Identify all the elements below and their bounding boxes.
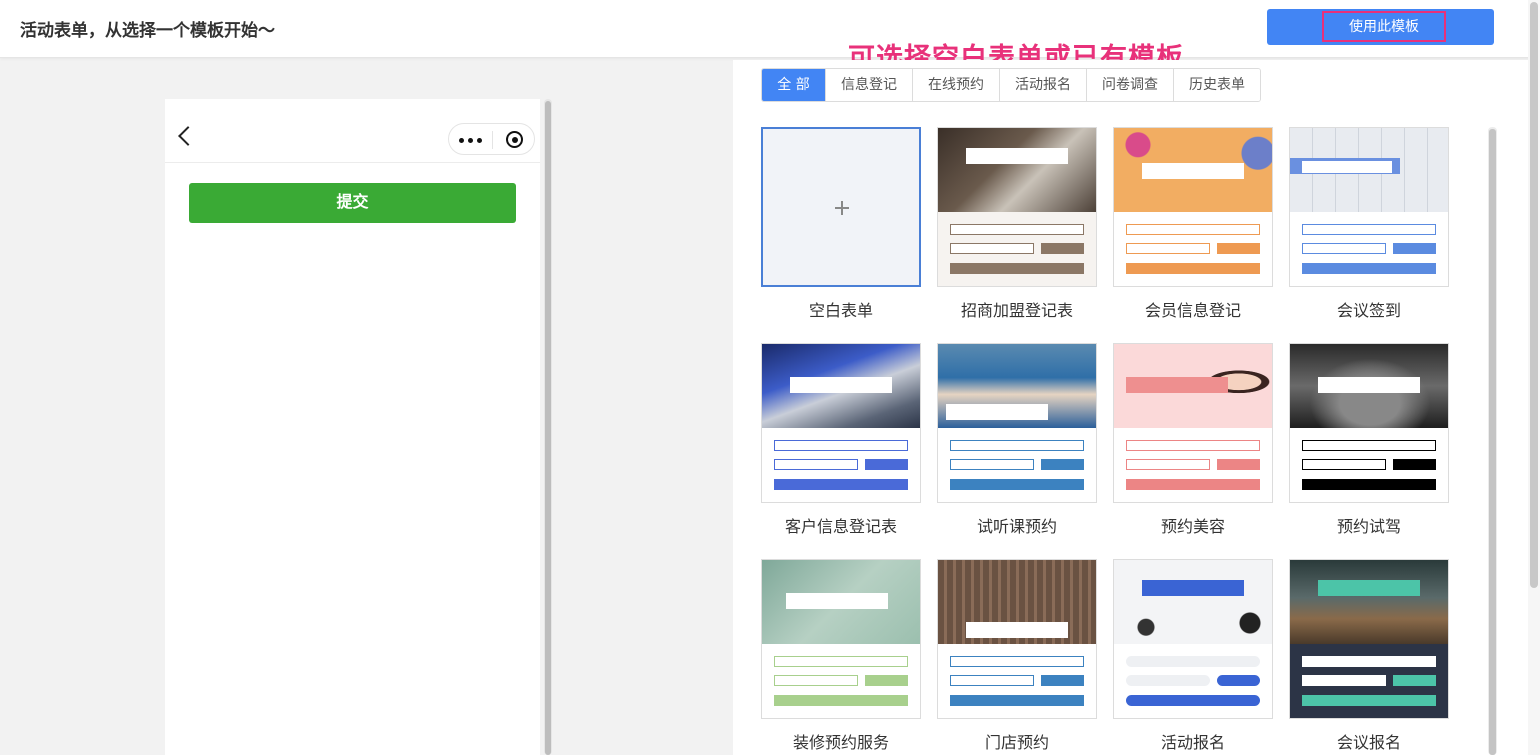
meeting-photo — [1290, 560, 1448, 644]
template-thumbnail[interactable] — [1113, 127, 1273, 287]
category-tabs: 全 部 信息登记 在线预约 活动报名 问卷调查 历史表单 — [761, 68, 1261, 102]
preview-scrollbar-thumb[interactable] — [545, 101, 551, 755]
template-label: 预约试驾 — [1336, 517, 1401, 536]
use-template-button[interactable]: 使用此模板 — [1267, 9, 1494, 45]
template-thumbnail[interactable] — [761, 559, 921, 719]
use-template-label: 使用此模板 — [1322, 11, 1446, 42]
page-scrollbar-thumb[interactable] — [1530, 2, 1538, 588]
tab-history-forms[interactable]: 历史表单 — [1174, 69, 1260, 101]
tab-online-booking[interactable]: 在线预约 — [913, 69, 1000, 101]
page-title: 活动表单，从选择一个模板开始～ — [20, 21, 275, 41]
title-placeholder — [1318, 377, 1420, 393]
phone-preview: 提交 — [165, 99, 540, 755]
template-thumbnail[interactable] — [761, 343, 921, 503]
template-label: 空白表单 — [808, 301, 873, 320]
template-label: 门店预约 — [984, 733, 1049, 752]
template-thumbnail[interactable] — [761, 127, 921, 287]
template-thumbnail[interactable] — [1289, 559, 1449, 719]
template-label: 装修预约服务 — [792, 733, 889, 752]
tab-survey[interactable]: 问卷调查 — [1087, 69, 1174, 101]
form-preview — [1290, 428, 1448, 502]
template-thumbnail[interactable] — [937, 343, 1097, 503]
title-placeholder — [1302, 161, 1392, 173]
form-preview — [938, 212, 1096, 286]
form-preview — [938, 428, 1096, 502]
template-label: 会议签到 — [1336, 301, 1401, 320]
desk-photo — [1114, 560, 1272, 644]
form-preview — [1114, 428, 1272, 502]
title-placeholder — [786, 593, 888, 609]
template-label: 试听课预约 — [976, 517, 1057, 536]
template-label: 客户信息登记表 — [784, 517, 897, 536]
title-placeholder — [966, 622, 1068, 638]
form-preview — [938, 644, 1096, 718]
tab-info-register[interactable]: 信息登记 — [826, 69, 913, 101]
template-thumbnail[interactable] — [1289, 127, 1449, 287]
title-placeholder — [1142, 163, 1244, 179]
template-scrollbar-thumb[interactable] — [1489, 129, 1496, 755]
template-label: 招商加盟登记表 — [960, 301, 1073, 320]
template-label: 会员信息登记 — [1144, 301, 1241, 320]
form-preview — [762, 428, 920, 502]
form-preview — [1290, 644, 1448, 718]
template-label: 活动报名 — [1160, 733, 1225, 752]
form-preview — [1114, 644, 1272, 718]
title-placeholder — [790, 377, 892, 393]
template-thumbnail[interactable] — [1289, 343, 1449, 503]
back-arrow-icon[interactable] — [178, 126, 198, 146]
form-preview — [762, 644, 920, 718]
office-photo — [938, 128, 1096, 212]
template-label: 预约美容 — [1160, 517, 1225, 536]
mini-program-capsule — [448, 123, 535, 155]
more-dots-icon[interactable] — [459, 138, 483, 143]
submit-button[interactable]: 提交 — [189, 183, 516, 223]
title-placeholder — [966, 148, 1068, 164]
template-thumbnail[interactable] — [937, 559, 1097, 719]
template-label: 会议报名 — [1336, 733, 1401, 752]
top-header: 活动表单，从选择一个模板开始～ 使用此模板 — [0, 0, 1540, 58]
title-placeholder — [1142, 580, 1244, 596]
title-placeholder — [946, 404, 1048, 420]
close-target-icon[interactable] — [506, 131, 523, 148]
template-thumbnail[interactable] — [1113, 343, 1273, 503]
tab-event-signup[interactable]: 活动报名 — [1000, 69, 1087, 101]
capsule-divider — [492, 131, 493, 149]
plus-icon — [835, 201, 849, 215]
phone-nav-bar — [165, 99, 540, 163]
tab-all[interactable]: 全 部 — [762, 69, 826, 101]
title-placeholder — [1318, 580, 1420, 596]
title-placeholder — [1126, 377, 1228, 393]
template-thumbnail[interactable] — [1113, 559, 1273, 719]
form-preview — [1290, 212, 1448, 286]
form-preview — [1114, 212, 1272, 286]
template-thumbnail[interactable] — [937, 127, 1097, 287]
